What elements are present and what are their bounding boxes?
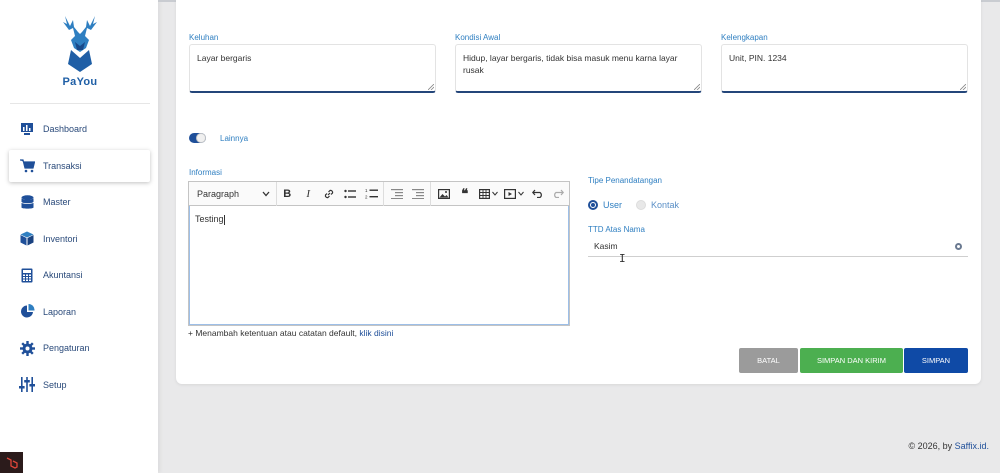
indent-icon[interactable] (407, 182, 428, 206)
sidebar-item-label: Pengaturan (43, 343, 90, 353)
radio-unselected-icon (636, 200, 647, 210)
lainnya-toggle[interactable] (189, 133, 206, 143)
editor-text: Testing (195, 214, 224, 224)
editor-toolbar: Paragraph B I 12 ❝ (189, 181, 569, 206)
sidebar-divider (10, 103, 150, 104)
rich-text-editor: Paragraph B I 12 ❝ Testing (188, 181, 570, 326)
resize-grip-icon[interactable] (960, 84, 966, 90)
kondisi-value: Hidup, layar bergaris, tidak bisa masuk … (463, 53, 678, 75)
sidebar-item-label: Transaksi (43, 160, 82, 171)
keluhan-value: Layar bergaris (197, 53, 252, 63)
database-icon (19, 194, 35, 210)
sidebar-item-dashboard[interactable]: Dashboard (9, 113, 150, 145)
sidebar-item-label: Akuntansi (43, 270, 83, 280)
text-cursor-icon: I (619, 252, 626, 265)
hint-link[interactable]: klik disini (359, 328, 393, 338)
sidebar-item-master[interactable]: Master (9, 186, 150, 218)
svg-text:2: 2 (365, 195, 368, 200)
paragraph-select-value: Paragraph (197, 188, 240, 199)
tipe-label: Tipe Penandatangan (588, 176, 662, 185)
bold-icon[interactable]: B (277, 182, 298, 206)
ttd-label: TTD Atas Nama (588, 225, 645, 234)
clear-icon[interactable] (955, 243, 962, 250)
table-icon[interactable] (475, 182, 501, 206)
footer: © 2026, by Saffix.id. (908, 441, 989, 451)
sidebar-item-setup[interactable]: Setup (9, 369, 150, 401)
sidebar-item-pengaturan[interactable]: Pengaturan (9, 332, 150, 364)
calculator-icon (19, 267, 35, 283)
ttd-input[interactable]: Kasim (588, 237, 968, 257)
sidebar-nav: Dashboard Transaksi Master Inventori Aku… (9, 113, 150, 405)
sidebar-item-label: Dashboard (43, 124, 88, 134)
kelengkapan-label: Kelengkapan (721, 33, 768, 42)
numbered-list-icon[interactable]: 12 (361, 182, 382, 206)
undo-icon[interactable] (527, 182, 548, 206)
bulleted-list-icon[interactable] (340, 182, 361, 206)
laravel-icon (0, 452, 23, 473)
toolbar-separator (383, 181, 385, 206)
sidebar: PaYou Dashboard Transaksi Master Invento… (0, 0, 158, 473)
hint-text: + Menambah ketentuan atau catatan defaul… (188, 328, 357, 338)
editor-content[interactable]: Testing (189, 206, 569, 325)
gear-icon (19, 340, 35, 356)
box-icon (19, 231, 35, 247)
keluhan-textarea[interactable]: Layar bergaris (189, 44, 436, 93)
logo[interactable]: PaYou (50, 14, 110, 94)
sidebar-item-transaksi[interactable]: Transaksi (9, 149, 150, 182)
resize-grip-icon[interactable] (428, 84, 434, 90)
image-icon[interactable] (433, 182, 454, 206)
save-button[interactable]: SIMPAN (904, 348, 968, 373)
lainnya-label: Lainnya (220, 134, 249, 143)
kelengkapan-textarea[interactable]: Unit, PIN. 1234 (721, 44, 968, 93)
kondisi-label: Kondisi Awal (455, 33, 501, 42)
dashboard-icon (19, 121, 35, 137)
sidebar-item-akuntansi[interactable]: Akuntansi (9, 259, 150, 291)
informasi-label: Informasi (189, 168, 222, 177)
paragraph-select[interactable]: Paragraph (189, 181, 277, 206)
radio-kontak[interactable]: Kontak (636, 200, 679, 210)
sidebar-item-label: Inventori (43, 233, 78, 244)
pie-chart-icon (19, 304, 35, 320)
redo-icon[interactable] (548, 182, 569, 206)
text-caret (223, 214, 225, 225)
radio-selected-icon (588, 200, 598, 210)
media-embed-icon[interactable] (501, 182, 527, 206)
toggle-knob (196, 133, 206, 143)
sidebar-item-label: Laporan (43, 306, 77, 317)
chevron-down-icon (262, 191, 270, 196)
ttd-value: Kasim (594, 241, 618, 251)
sidebar-item-label: Master (43, 197, 71, 207)
footer-link[interactable]: Saffix.id. (955, 441, 989, 451)
deer-logo-icon (63, 16, 97, 72)
cart-icon (19, 158, 35, 174)
radio-user[interactable]: User (588, 200, 622, 210)
cancel-button[interactable]: BATAL (739, 348, 798, 373)
save-and-send-button[interactable]: SIMPAN DAN KIRIM (800, 348, 903, 373)
resize-grip-icon[interactable] (694, 84, 700, 90)
sidebar-item-laporan[interactable]: Laporan (9, 296, 150, 328)
default-note-hint: + Menambah ketentuan atau catatan defaul… (188, 328, 393, 338)
kondisi-textarea[interactable]: Hidup, layar bergaris, tidak bisa masuk … (455, 44, 702, 93)
blockquote-icon[interactable]: ❝ (454, 182, 475, 206)
footer-text: © 2026, by (908, 441, 953, 451)
brand-name: PaYou (62, 76, 98, 88)
keluhan-label: Keluhan (189, 33, 219, 42)
kelengkapan-value: Unit, PIN. 1234 (729, 53, 787, 63)
tipe-radio-group: User Kontak (588, 200, 693, 210)
outdent-icon[interactable] (386, 182, 407, 206)
link-icon[interactable] (319, 182, 340, 206)
sidebar-item-label: Setup (43, 379, 67, 390)
sliders-icon (19, 377, 35, 393)
svg-text:1: 1 (365, 188, 368, 193)
italic-icon[interactable]: I (298, 182, 319, 206)
sidebar-item-inventori[interactable]: Inventori (9, 223, 150, 255)
toolbar-separator (430, 181, 432, 206)
